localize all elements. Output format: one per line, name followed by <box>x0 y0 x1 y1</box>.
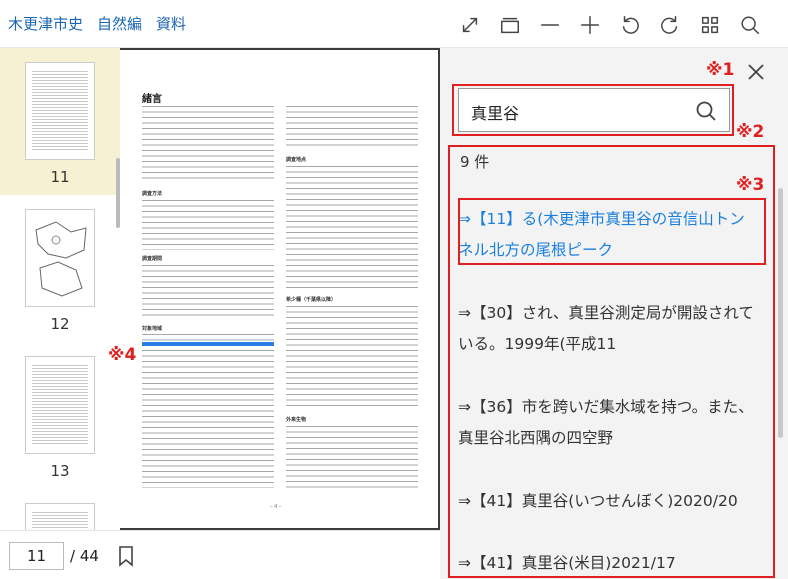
result-count: 9 件 <box>460 153 490 171</box>
thumbnail-page-11[interactable]: 11 <box>0 48 120 195</box>
text-block <box>286 106 418 150</box>
results-scrollbar[interactable] <box>778 188 783 438</box>
section-heading: 外来生物 <box>286 417 307 423</box>
search-result-item[interactable]: ⇒【41】真里谷(米目)2021/17 <box>458 548 756 579</box>
breadcrumb-materials[interactable]: 資料 <box>156 13 186 34</box>
layers-icon[interactable] <box>490 11 530 39</box>
thumbnail-image <box>25 356 95 454</box>
search-input[interactable]: 真里谷 <box>458 88 730 132</box>
document-heading: 緒言 <box>142 94 162 105</box>
text-block <box>142 334 274 342</box>
search-result-item[interactable]: ⇒【11】る(木更津市真里谷の音信山トンネル北方の尾根ピーク <box>458 204 756 266</box>
thumbnail-image <box>25 209 95 307</box>
breadcrumb-nature[interactable]: 自然編 <box>97 13 142 34</box>
thumbnail-number: 12 <box>50 315 70 333</box>
page-number-input[interactable]: 11 <box>9 542 64 570</box>
text-block <box>286 426 418 490</box>
text-block <box>286 166 418 290</box>
app-root: 木更津市史 自然編 資料 11 12 13 11 / 44 緒言 調査方法 調査… <box>0 0 788 579</box>
document-page: 緒言 調査方法 調査期間 対象地域 調査地点 希少種（千葉県以降） 外来生物 –… <box>120 50 438 528</box>
annotation-mark-4: ※4 <box>108 345 137 365</box>
annotation-mark-2: ※2 <box>736 122 765 142</box>
fullscreen-icon[interactable] <box>450 11 490 39</box>
close-icon[interactable] <box>746 62 766 82</box>
zoom-out-icon[interactable] <box>530 11 570 39</box>
document-viewer[interactable]: 緒言 調査方法 調査期間 対象地域 調査地点 希少種（千葉県以降） 外来生物 –… <box>120 48 440 530</box>
annotation-mark-3: ※3 <box>736 175 765 195</box>
thumbnail-page-13[interactable]: 13 <box>0 342 120 489</box>
search-icon[interactable] <box>730 11 770 39</box>
thumbnail-number: 13 <box>50 462 70 480</box>
rotate-right-icon[interactable] <box>650 11 690 39</box>
search-result-item[interactable]: ⇒【41】真里谷(いつせんぼく)2020/20 <box>458 486 756 517</box>
search-result-item[interactable]: ⇒【30】され、真里谷測定局が開設されている。1999年(平成11 <box>458 298 756 360</box>
breadcrumb: 木更津市史 自然編 資料 <box>8 13 186 34</box>
breadcrumb-city-history[interactable]: 木更津市史 <box>8 13 83 34</box>
search-icon[interactable] <box>695 100 717 122</box>
thumbnail-image <box>25 62 95 160</box>
text-block <box>142 350 274 488</box>
page-footer: – 4 – <box>270 504 282 510</box>
section-heading: 調査地点 <box>286 157 307 163</box>
text-block <box>142 265 274 320</box>
search-result-item[interactable]: ⇒【36】市を跨いだ集水域を持つ。また、真里谷北西隅の四空野 <box>458 392 756 454</box>
thumbnail-page-12[interactable]: 12 <box>0 195 120 342</box>
text-block <box>142 106 274 182</box>
section-heading: 希少種（千葉県以降） <box>286 297 337 303</box>
page-navigation: 11 / 44 <box>0 530 440 579</box>
bookmark-icon[interactable] <box>118 545 134 567</box>
search-input-value: 真里谷 <box>471 104 520 123</box>
text-block <box>286 306 418 410</box>
page-total: / 44 <box>70 547 99 565</box>
zoom-in-icon[interactable] <box>570 11 610 39</box>
annotation-mark-1: ※1 <box>706 60 735 80</box>
thumbnail-strip[interactable]: 11 12 13 <box>0 48 120 530</box>
section-heading: 調査期間 <box>142 256 163 262</box>
search-results-list: ⇒【11】る(木更津市真里谷の音信山トンネル北方の尾根ピーク ⇒【30】され、真… <box>458 196 760 579</box>
header: 木更津市史 自然編 資料 <box>0 0 788 48</box>
thumbnail-number: 11 <box>50 168 70 186</box>
thumbnail-image <box>25 503 95 530</box>
thumbnail-page-14[interactable] <box>0 489 120 530</box>
section-heading: 調査方法 <box>142 191 163 197</box>
search-highlight[interactable] <box>142 342 274 346</box>
section-heading: 対象地域 <box>142 326 163 332</box>
grid-icon[interactable] <box>690 11 730 39</box>
toolbar <box>450 11 770 39</box>
text-block <box>142 200 274 250</box>
rotate-left-icon[interactable] <box>610 11 650 39</box>
